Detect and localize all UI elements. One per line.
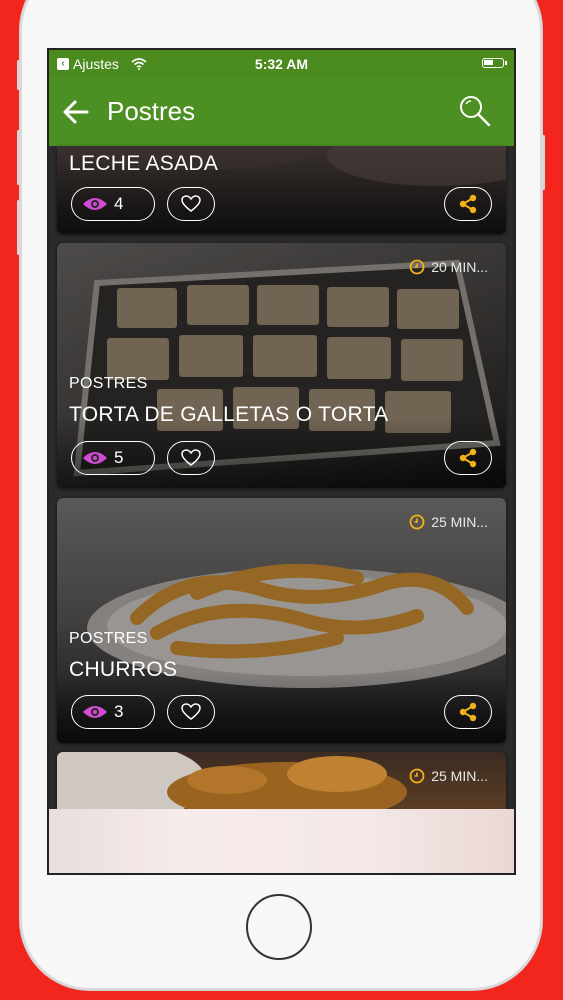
recipe-list[interactable]: LECHE ASADA 4 20 MIN... POSTRES TORTA DE… (49, 146, 514, 873)
prep-time: 25 MIN... (409, 768, 488, 784)
share-button[interactable] (444, 187, 492, 221)
recipe-card[interactable]: 25 MIN... (57, 752, 506, 809)
share-button[interactable] (444, 695, 492, 729)
heart-icon (181, 449, 201, 466)
recipe-category: POSTRES (69, 630, 148, 647)
share-icon (459, 448, 477, 468)
eye-icon (83, 452, 107, 464)
share-button[interactable] (444, 441, 492, 475)
recipe-name: TORTA DE GALLETAS O TORTA (69, 403, 389, 426)
battery-icon (482, 58, 507, 68)
page-title: Postres (107, 96, 196, 126)
clock-icon (409, 259, 425, 275)
recipe-card[interactable]: 20 MIN... POSTRES TORTA DE GALLETAS O TO… (57, 243, 506, 488)
heart-icon (181, 195, 201, 212)
views-count: 5 (114, 448, 124, 467)
views-counter: 4 (71, 187, 155, 221)
prep-time-label: 25 MIN... (431, 768, 488, 784)
clock-icon (409, 514, 425, 530)
eye-icon (83, 198, 107, 210)
home-button[interactable] (246, 894, 312, 960)
recipe-card[interactable]: 25 MIN... POSTRES CHURROS 3 (57, 498, 506, 743)
prep-time-label: 25 MIN... (431, 514, 488, 530)
phone-volume-down (17, 200, 20, 255)
views-count: 4 (114, 194, 124, 213)
clock-icon (409, 768, 425, 784)
recipe-name: CHURROS (69, 658, 178, 681)
phone-power-button (542, 135, 545, 190)
share-icon (459, 702, 477, 722)
status-time: 5:32 AM (254, 56, 309, 72)
bottom-area (49, 809, 514, 873)
views-counter: 5 (71, 441, 155, 475)
views-counter: 3 (71, 695, 155, 729)
heart-icon (181, 703, 201, 720)
favorite-button[interactable] (167, 695, 215, 729)
favorite-button[interactable] (167, 187, 215, 221)
app-bar: Postres (49, 78, 514, 146)
recipe-name: LECHE ASADA (69, 152, 219, 175)
arrow-left-icon[interactable] (61, 98, 91, 126)
search-icon[interactable] (458, 94, 492, 128)
phone-volume-up (17, 130, 20, 185)
phone-side-button (17, 60, 20, 90)
recipe-card[interactable]: LECHE ASADA 4 (57, 146, 506, 234)
eye-icon (83, 706, 107, 718)
screen: ‹ Ajustes 5:32 AM Postres LECHE ASADA 4 … (49, 50, 514, 873)
favorite-button[interactable] (167, 441, 215, 475)
recipe-category: POSTRES (69, 375, 148, 392)
status-bar: ‹ Ajustes 5:32 AM (49, 50, 514, 78)
prep-time: 20 MIN... (409, 259, 488, 275)
share-icon (459, 194, 477, 214)
prep-time: 25 MIN... (409, 514, 488, 530)
views-count: 3 (114, 702, 124, 721)
prep-time-label: 20 MIN... (431, 259, 488, 275)
